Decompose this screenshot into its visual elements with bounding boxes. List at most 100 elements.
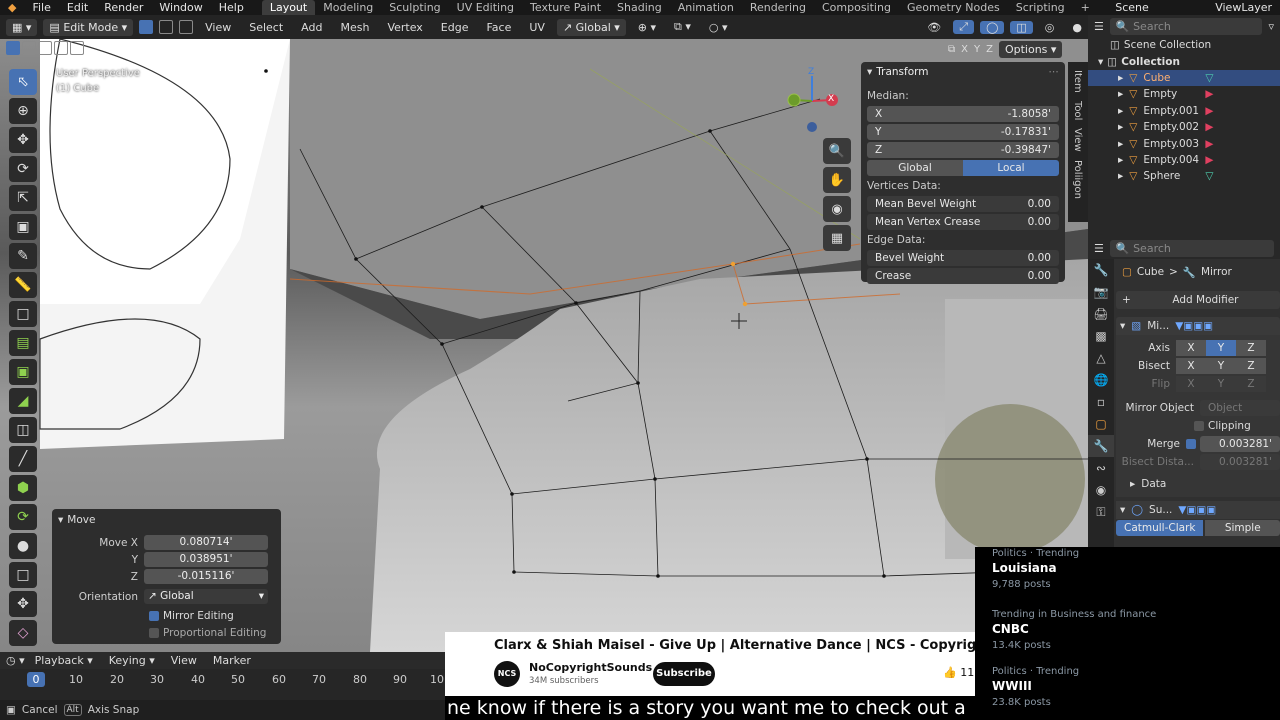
shear-tool-icon[interactable]: ◇ — [9, 620, 37, 646]
chevron-right-icon[interactable]: ▸ — [1118, 170, 1123, 182]
median-x-field[interactable]: X -1.8058' — [867, 106, 1059, 122]
workspace-tab-rendering[interactable]: Rendering — [742, 0, 814, 15]
proportional-editing-icon[interactable]: ○ ▾ — [703, 21, 734, 34]
data-subpanel-header[interactable]: ▸ Data — [1116, 475, 1280, 493]
outliner-item-cube[interactable]: ▸ ▽ Cube ▽ — [1088, 69, 1280, 87]
menu-uv[interactable]: UV — [523, 21, 551, 34]
collection-row[interactable]: ▾ ◫ Collection — [1088, 53, 1280, 69]
select-subtract-icon[interactable] — [38, 41, 52, 55]
add-cube-tool-icon[interactable]: □ — [9, 301, 37, 327]
transform-tool-icon[interactable]: ▣ — [9, 214, 37, 240]
simple-button[interactable]: Simple — [1205, 520, 1280, 536]
pan-hand-icon[interactable]: ✋ — [823, 167, 851, 193]
tab-view[interactable]: View — [1072, 128, 1083, 152]
chevron-right-icon[interactable]: ▸ — [1118, 121, 1123, 133]
mirror-object-field[interactable]: Object — [1200, 400, 1280, 416]
select-invert-icon[interactable] — [54, 41, 68, 55]
rotate-tool-icon[interactable]: ⟳ — [9, 156, 37, 182]
select-box-icon[interactable]: ⬁ — [9, 69, 37, 95]
outliner-item-sphere[interactable]: ▸ ▽ Sphere ▽ — [1088, 168, 1280, 184]
overlays-icon[interactable]: ◯ — [980, 20, 1005, 34]
menu-view[interactable]: View — [199, 21, 237, 34]
inset-tool-icon[interactable]: ▣ — [9, 359, 37, 385]
outliner-editor-icon[interactable]: ☰ — [1094, 20, 1104, 33]
properties-editor-icon[interactable]: ☰ — [1094, 242, 1104, 255]
collection-props-icon[interactable]: ▫ — [1088, 391, 1114, 413]
channel-avatar[interactable]: NCS — [494, 661, 520, 687]
menu-render[interactable]: Render — [96, 1, 151, 14]
shading-wireframe-icon[interactable]: ◎ — [1039, 21, 1061, 34]
menu-mesh[interactable]: Mesh — [334, 21, 375, 34]
menu-keying[interactable]: Keying ▾ — [103, 654, 161, 667]
outliner-search[interactable]: 🔍 Search — [1109, 17, 1263, 35]
shading-solid-icon[interactable]: ● — [1066, 21, 1088, 34]
cursor-tool-icon[interactable]: ⊕ — [9, 98, 37, 124]
modifier-toggles-icon[interactable]: ▼▣▣▣ — [1175, 320, 1213, 332]
workspace-tab-animation[interactable]: Animation — [670, 0, 742, 15]
chevron-right-icon[interactable]: ▸ — [1118, 154, 1123, 166]
chevron-right-icon[interactable]: ▸ — [1118, 88, 1123, 100]
object-data-icon[interactable]: ▶ — [1205, 88, 1213, 100]
view-layer-icon[interactable]: ▩ — [1088, 325, 1114, 347]
move-x-field[interactable]: 0.080714' — [144, 535, 268, 550]
tab-tool[interactable]: Tool — [1072, 101, 1083, 120]
scene-props-icon[interactable]: △ — [1088, 347, 1114, 369]
object-data-icon[interactable]: ▶ — [1205, 121, 1213, 133]
workspace-tab-compositing[interactable]: Compositing — [814, 0, 899, 15]
drag-handle-icon[interactable]: ⋯ — [1049, 66, 1060, 78]
menu-select[interactable]: Select — [243, 21, 289, 34]
menu-vertex[interactable]: Vertex — [381, 21, 428, 34]
chevron-right-icon[interactable]: ▸ — [1118, 138, 1123, 150]
like-button[interactable]: 👍 11 — [943, 666, 974, 679]
tool-props-icon[interactable]: 🔧 — [1088, 259, 1114, 281]
shrink-fatten-tool-icon[interactable]: ✥ — [9, 591, 37, 617]
orientation-dropdown[interactable]: ↗ Global ▾ — [144, 589, 268, 604]
trending-item[interactable]: Trending in Business and finance CNBC 13.4… — [992, 604, 1280, 661]
menu-timeline-view[interactable]: View — [165, 654, 203, 667]
menu-file[interactable]: File — [24, 1, 58, 14]
filter-icon[interactable]: ▿ — [1268, 20, 1274, 33]
xray-icon[interactable]: ◫ — [1010, 20, 1033, 34]
editor-type-button[interactable]: ▦ ▾ — [6, 18, 38, 36]
gizmo-toggle-icon[interactable]: ⤢ — [953, 20, 975, 34]
pivot-point-icon[interactable]: ⊕ ▾ — [632, 21, 662, 34]
object-data-icon[interactable]: ▽ — [1205, 72, 1213, 84]
merge-checkbox[interactable] — [1186, 439, 1196, 449]
options-dropdown[interactable]: Options ▾ — [998, 41, 1063, 58]
mirror-axis-x[interactable]: X — [961, 44, 968, 55]
subsurf-modifier-name[interactable]: Su... — [1149, 504, 1172, 516]
physics-props-icon[interactable]: ◉ — [1088, 479, 1114, 501]
edge-slide-tool-icon[interactable]: □ — [9, 562, 37, 588]
move-panel-header[interactable]: ▾ Move — [52, 511, 281, 528]
mirror-axis-y[interactable]: Y — [974, 44, 980, 55]
workspace-tab-uv-editing[interactable]: UV Editing — [449, 0, 522, 15]
viewlayer-selector[interactable]: ViewLayer — [1207, 1, 1280, 14]
vertex-select-mode-button[interactable] — [139, 20, 154, 34]
navigation-gizmo[interactable]: X Z — [780, 64, 850, 134]
mode-selector[interactable]: ▤ Edit Mode ▾ — [43, 18, 134, 36]
menu-edge[interactable]: Edge — [435, 21, 475, 34]
trending-item[interactable]: Politics · Trending WWIII 23.8K posts — [992, 661, 1280, 718]
menu-window[interactable]: Window — [151, 1, 210, 14]
extrude-tool-icon[interactable]: ▤ — [9, 330, 37, 356]
menu-marker[interactable]: Marker — [207, 654, 257, 667]
measure-tool-icon[interactable]: 📏 — [9, 272, 37, 298]
bevel-weight-field[interactable]: Bevel Weight 0.00 — [867, 250, 1059, 266]
mirror-editing-checkbox[interactable] — [149, 610, 159, 621]
menu-face[interactable]: Face — [480, 21, 517, 34]
loop-cut-tool-icon[interactable]: ◫ — [9, 417, 37, 443]
outliner-item-empty-003[interactable]: ▸ ▽ Empty.003 ▶ — [1088, 135, 1280, 151]
workspace-tab-sculpting[interactable]: Sculpting — [381, 0, 448, 15]
local-space-button[interactable]: Local — [963, 160, 1059, 176]
workspace-tab-shading[interactable]: Shading — [609, 0, 670, 15]
flip-y-toggle[interactable]: Y — [1206, 376, 1236, 392]
median-z-field[interactable]: Z -0.39847' — [867, 142, 1059, 158]
mirror-axis-z[interactable]: Z — [986, 44, 993, 55]
add-modifier-button[interactable]: + Add Modifier — [1116, 291, 1280, 309]
move-z-field[interactable]: -0.015116' — [144, 569, 268, 584]
select-extend-icon[interactable] — [22, 41, 36, 55]
axis-z-toggle[interactable]: Z — [1236, 340, 1266, 356]
move-tool-icon[interactable]: ✥ — [9, 127, 37, 153]
chevron-right-icon[interactable]: ▸ — [1118, 105, 1123, 117]
workspace-tab-modeling[interactable]: Modeling — [315, 0, 381, 15]
